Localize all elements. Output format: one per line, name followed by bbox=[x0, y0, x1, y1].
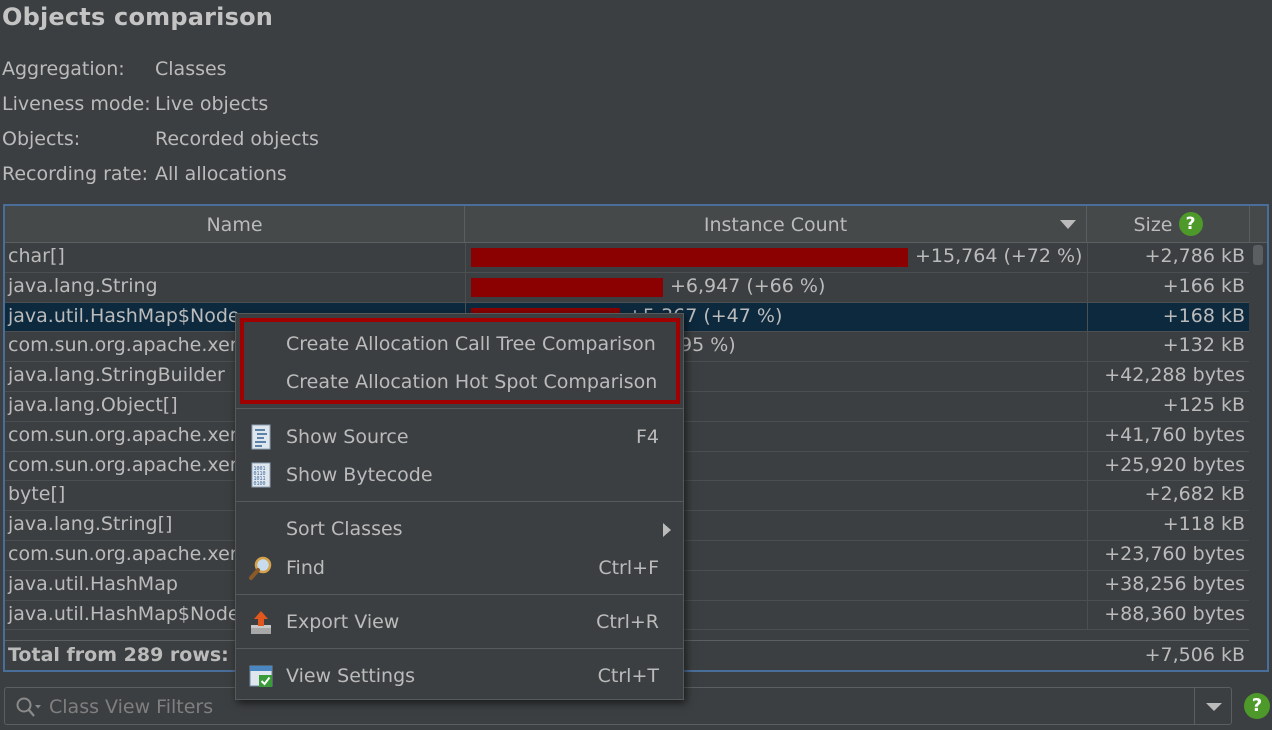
menu-separator bbox=[236, 408, 683, 409]
row-class-name: com.sun.org.apache.xerc bbox=[8, 453, 248, 476]
row-class-name: java.util.HashMap bbox=[8, 572, 178, 595]
menu-item-create-call-tree-comparison[interactable]: Create Allocation Call Tree Comparison bbox=[236, 324, 683, 362]
menu-item-shortcut: Ctrl+R bbox=[596, 611, 659, 633]
submenu-arrow-icon bbox=[663, 523, 671, 537]
row-class-name: java.util.HashMap$Node bbox=[8, 602, 240, 625]
help-icon[interactable]: ? bbox=[1178, 211, 1203, 236]
row-size: +42,288 bytes bbox=[1104, 364, 1245, 387]
row-class-name: java.lang.String bbox=[8, 274, 158, 297]
menu-item-label: Export View bbox=[286, 611, 400, 633]
menu-item-label: Find bbox=[286, 557, 325, 579]
column-header-label: Name bbox=[206, 214, 263, 236]
info-value: Live objects bbox=[155, 93, 269, 115]
menu-separator bbox=[236, 594, 683, 595]
menu-item-shortcut: F4 bbox=[635, 426, 659, 448]
instance-count-text: +15,764 (+72 %) bbox=[915, 245, 1083, 267]
source-file-icon bbox=[251, 424, 271, 450]
info-label: Recording rate: bbox=[2, 163, 149, 185]
row-instance-count-cell: +15,764 (+72 %) bbox=[465, 243, 1088, 272]
row-class-name: byte[] bbox=[8, 483, 66, 506]
info-label: Aggregation: bbox=[2, 58, 125, 80]
row-size: +25,920 bytes bbox=[1104, 453, 1245, 476]
row-size: +38,256 bytes bbox=[1104, 572, 1245, 595]
table-header: Name Instance Count Size? bbox=[5, 206, 1267, 243]
sort-descending-icon bbox=[1060, 220, 1076, 229]
page-title: Objects comparison bbox=[2, 3, 274, 31]
row-size: +118 kB bbox=[1162, 513, 1245, 536]
objects-comparison-view: Objects comparison Aggregation: Classes … bbox=[0, 0, 1272, 730]
row-class-name: com.sun.org.apache.xerc bbox=[8, 334, 248, 357]
row-size: +125 kB bbox=[1162, 393, 1245, 416]
row-class-name: java.lang.StringBuilder bbox=[8, 364, 225, 387]
svg-text:0100: 0100 bbox=[254, 481, 266, 487]
total-label: Total from 289 rows: bbox=[8, 644, 229, 666]
menu-item-view-settings[interactable]: View Settings Ctrl+T bbox=[236, 656, 683, 694]
menu-item-label: Sort Classes bbox=[286, 518, 403, 540]
row-size: +2,786 kB bbox=[1144, 245, 1245, 267]
bytecode-icon: 1001 0110 1011 0100 bbox=[251, 462, 271, 488]
menu-item-label: Show Source bbox=[286, 426, 409, 448]
row-size: +41,760 bytes bbox=[1104, 423, 1245, 446]
magnifier-icon bbox=[249, 556, 272, 580]
instance-count-bar bbox=[471, 277, 663, 297]
menu-item-shortcut: Ctrl+T bbox=[597, 665, 659, 687]
column-header-label: Instance Count bbox=[703, 214, 848, 236]
column-header-size[interactable]: Size? bbox=[1087, 206, 1250, 242]
info-value: Recorded objects bbox=[155, 128, 319, 150]
view-settings-icon bbox=[249, 665, 273, 687]
context-menu: Create Allocation Call Tree Comparison C… bbox=[235, 313, 684, 700]
row-class-name: char[] bbox=[8, 245, 65, 267]
instance-count-text: +6,947 (+66 %) bbox=[670, 274, 826, 297]
menu-item-label: Create Allocation Hot Spot Comparison bbox=[286, 371, 658, 393]
instance-count-bar bbox=[471, 248, 908, 267]
column-header-name[interactable]: Name bbox=[5, 206, 465, 242]
menu-item-find[interactable]: Find Ctrl+F bbox=[236, 548, 683, 586]
export-icon bbox=[251, 611, 271, 634]
menu-item-label: Show Bytecode bbox=[286, 464, 433, 486]
scrollbar-thumb[interactable] bbox=[1253, 245, 1263, 265]
column-header-instance-count[interactable]: Instance Count bbox=[465, 206, 1087, 242]
row-class-name: com.sun.org.apache.xerc bbox=[8, 542, 248, 565]
table-row[interactable]: java.lang.String +6,947 (+66 %) +166 kB bbox=[5, 272, 1249, 303]
menu-item-create-hot-spot-comparison[interactable]: Create Allocation Hot Spot Comparison bbox=[236, 362, 683, 400]
menu-item-label: Create Allocation Call Tree Comparison bbox=[286, 333, 656, 355]
search-icon[interactable] bbox=[15, 696, 43, 718]
menu-item-sort-classes[interactable]: Sort Classes bbox=[236, 509, 683, 547]
row-class-name: com.sun.org.apache.xerc bbox=[8, 423, 248, 446]
vertical-scrollbar[interactable] bbox=[1249, 243, 1267, 637]
row-class-name: java.lang.Object[] bbox=[8, 393, 178, 416]
row-class-name: java.lang.String[] bbox=[8, 513, 173, 536]
menu-item-export-view[interactable]: Export View Ctrl+R bbox=[236, 602, 683, 640]
row-size: +88,360 bytes bbox=[1104, 602, 1245, 625]
menu-item-show-bytecode[interactable]: 1001 0110 1011 0100 Show Bytecode bbox=[236, 455, 683, 493]
row-size: +168 kB bbox=[1162, 304, 1245, 327]
menu-item-show-source[interactable]: Show Source F4 bbox=[236, 417, 683, 455]
menu-item-label: View Settings bbox=[286, 665, 416, 687]
info-value: All allocations bbox=[155, 163, 287, 185]
row-size: +2,682 kB bbox=[1144, 483, 1245, 506]
row-class-name: java.util.HashMap$Node bbox=[8, 304, 240, 327]
info-value: Classes bbox=[155, 58, 227, 80]
menu-item-shortcut: Ctrl+F bbox=[598, 557, 659, 579]
info-label: Objects: bbox=[2, 128, 81, 150]
table-row[interactable]: char[] +15,764 (+72 %) +2,786 kB bbox=[5, 243, 1249, 273]
help-icon[interactable]: ? bbox=[1244, 693, 1270, 719]
column-header-label: Size bbox=[1133, 214, 1173, 236]
row-size: +23,760 bytes bbox=[1104, 542, 1245, 565]
chevron-down-icon bbox=[1206, 703, 1222, 711]
instance-count-text: 95 %) bbox=[680, 334, 736, 357]
filter-history-dropdown[interactable] bbox=[1194, 688, 1231, 724]
info-label: Liveness mode: bbox=[2, 93, 151, 115]
menu-separator bbox=[236, 648, 683, 649]
row-size: +166 kB bbox=[1162, 274, 1245, 297]
row-size: +132 kB bbox=[1162, 334, 1245, 357]
menu-separator bbox=[236, 501, 683, 502]
row-instance-count-cell: +6,947 (+66 %) bbox=[465, 272, 1088, 302]
total-size: +7,506 kB bbox=[1144, 644, 1245, 666]
